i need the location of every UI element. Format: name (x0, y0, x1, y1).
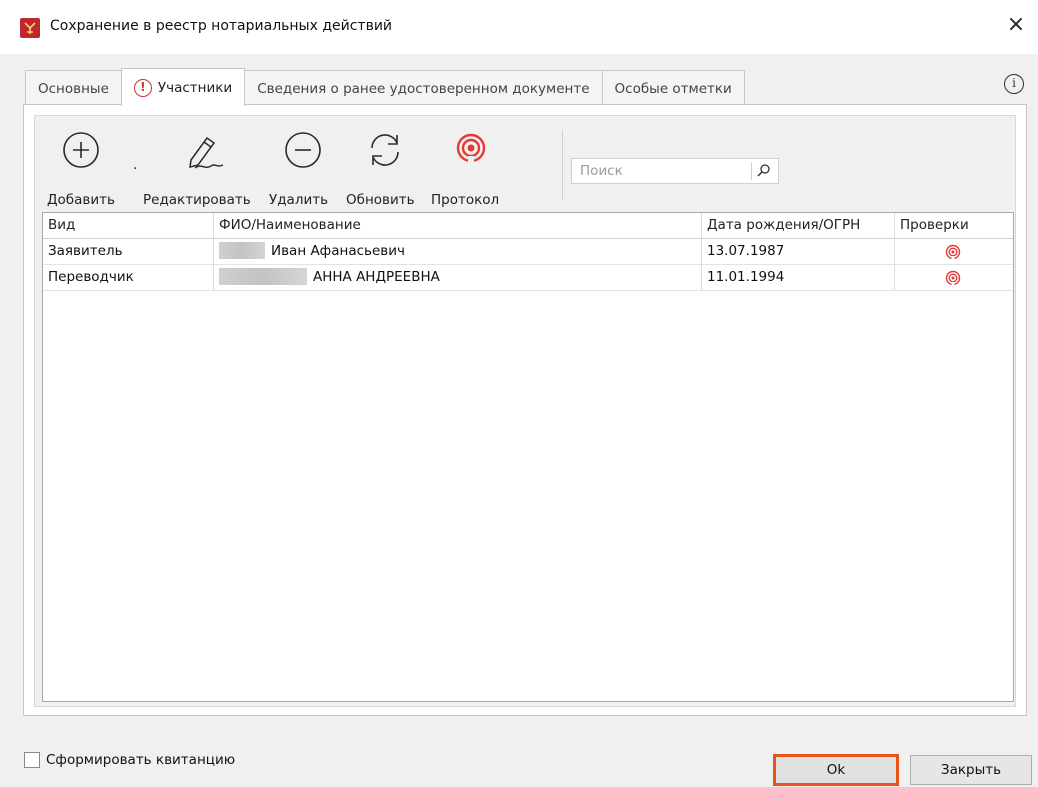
edit-label: Редактировать (143, 192, 251, 208)
receipt-option[interactable]: Сформировать квитанцию (24, 752, 235, 768)
tab-special-notes[interactable]: Особые отметки (601, 70, 745, 106)
signal-icon[interactable] (945, 244, 961, 260)
cell-kind: Заявитель (43, 239, 214, 265)
toolbar-separator (562, 130, 563, 200)
redacted-surname (219, 241, 265, 259)
column-header-kind[interactable]: Вид (43, 213, 214, 239)
edit-button[interactable]: Редактировать (143, 116, 267, 212)
redacted-surname (219, 267, 307, 285)
window-title: Сохранение в реестр нотариальных действи… (50, 18, 393, 34)
delete-button[interactable]: Удалить (267, 116, 337, 212)
refresh-icon (371, 134, 399, 166)
protocol-label: Протокол (431, 192, 500, 208)
receipt-checkbox[interactable] (24, 752, 40, 768)
cell-name: Иван Афанасьевич (214, 239, 702, 265)
close-window-button[interactable]: × (1004, 14, 1028, 38)
tab-panel-participants: Добавить . Редактировать Удалить Обновит… (23, 104, 1027, 716)
add-label: Добавить (47, 192, 115, 208)
cell-name: АННА АНДРЕЕВНА (214, 265, 702, 291)
name-text: АННА АНДРЕЕВНА (313, 269, 440, 285)
name-text: Иван Афанасьевич (271, 243, 405, 259)
search-input[interactable] (572, 159, 748, 183)
column-header-name[interactable]: ФИО/Наименование (214, 213, 702, 239)
dialog-body: Основные ! Участники Сведения о ранее уд… (0, 54, 1038, 787)
tab-previous-document[interactable]: Сведения о ранее удостоверенном документ… (244, 70, 603, 106)
cell-checks (895, 239, 1013, 265)
tab-label: Особые отметки (614, 80, 732, 97)
tab-main[interactable]: Основные (25, 70, 122, 106)
cell-kind: Переводчик (43, 265, 214, 291)
table-header: Вид ФИО/Наименование Дата рождения/ОГРН … (43, 213, 1013, 239)
column-header-date[interactable]: Дата рождения/ОГРН (702, 213, 895, 239)
toolbar: Добавить . Редактировать Удалить Обновит… (35, 116, 1015, 212)
refresh-label: Обновить (346, 192, 415, 208)
add-button[interactable]: Добавить (45, 116, 125, 212)
pencil-icon (189, 136, 224, 169)
search-icon[interactable] (756, 163, 772, 179)
cell-date: 13.07.1987 (702, 239, 895, 265)
participants-area: Добавить . Редактировать Удалить Обновит… (34, 115, 1016, 707)
plus-circle-icon (63, 132, 99, 168)
participants-table: Вид ФИО/Наименование Дата рождения/ОГРН … (42, 212, 1014, 702)
app-logo-icon (20, 18, 40, 38)
add-dropdown-indicator[interactable]: . (133, 158, 139, 172)
signal-icon[interactable] (945, 270, 961, 286)
ok-button[interactable]: Ok (773, 754, 899, 786)
search-box[interactable] (571, 158, 779, 184)
tab-label: Сведения о ранее удостоверенном документ… (257, 80, 590, 97)
receipt-label: Сформировать квитанцию (46, 752, 236, 768)
info-icon[interactable]: i (1004, 74, 1024, 94)
close-button[interactable]: Закрыть (910, 755, 1032, 785)
delete-label: Удалить (269, 192, 329, 208)
refresh-button[interactable]: Обновить (346, 116, 422, 212)
minus-circle-icon (285, 132, 321, 168)
tab-participants[interactable]: ! Участники (120, 68, 246, 106)
search-divider (751, 162, 752, 180)
protocol-button[interactable]: Протокол (427, 116, 513, 212)
tab-bar: Основные ! Участники Сведения о ранее уд… (25, 68, 745, 106)
title-bar: Сохранение в реестр нотариальных действи… (0, 0, 1038, 54)
warning-icon: ! (133, 78, 152, 97)
signal-icon (456, 133, 486, 164)
column-header-checks[interactable]: Проверки (895, 213, 1013, 239)
tab-label: Участники (157, 79, 233, 96)
cell-date: 11.01.1994 (702, 265, 895, 291)
table-row[interactable]: Переводчик АННА АНДРЕЕВНА 11.01.1994 (43, 265, 1013, 291)
table-row[interactable]: Заявитель Иван Афанасьевич 13.07.1987 (43, 239, 1013, 265)
tab-label: Основные (38, 80, 109, 97)
cell-checks (895, 265, 1013, 291)
